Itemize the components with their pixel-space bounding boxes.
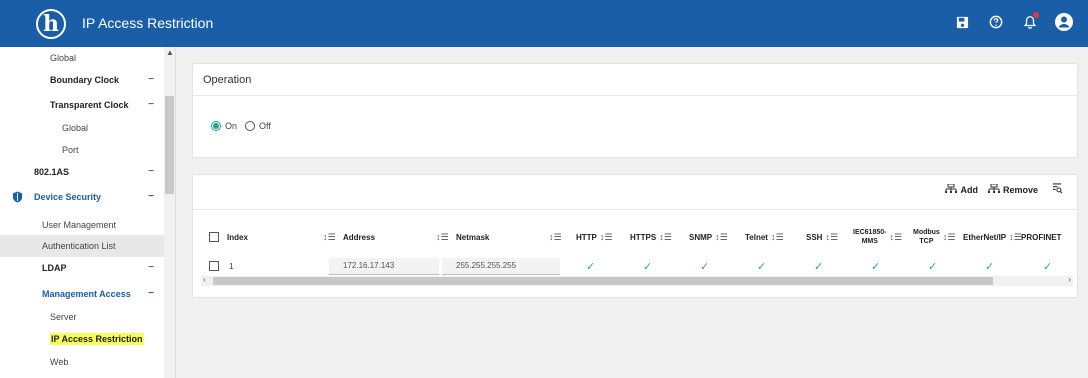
- column-settings-button[interactable]: [1052, 183, 1063, 197]
- collapse-icon[interactable]: −: [148, 191, 154, 202]
- collapse-icon[interactable]: −: [148, 166, 154, 177]
- remove-network-icon: [987, 183, 1000, 197]
- sort-icon[interactable]: ↕☰: [943, 232, 956, 243]
- column-header-https[interactable]: HTTPS ↕☰: [630, 222, 672, 252]
- column-header-modbus-tcp[interactable]: Modbus TCP ↕☰: [913, 222, 955, 252]
- ssh-checkmark[interactable]: ✓: [814, 260, 823, 273]
- row-checkbox[interactable]: [209, 261, 219, 271]
- app-header: h IP Access Restriction: [0, 0, 1088, 47]
- account-icon[interactable]: [1054, 12, 1074, 32]
- sidebar-scroll-thumb[interactable]: [165, 96, 174, 194]
- column-header-netmask[interactable]: Netmask: [456, 222, 489, 252]
- profinet-checkmark[interactable]: ✓: [1043, 260, 1052, 273]
- sidebar-item-port[interactable]: Port: [0, 139, 164, 161]
- sort-icon[interactable]: ↕☰: [549, 232, 562, 243]
- notification-icon[interactable]: [1020, 12, 1040, 32]
- sort-icon[interactable]: ↕☰: [825, 232, 838, 243]
- column-header-ssh[interactable]: SSH ↕☰: [806, 222, 838, 252]
- sidebar-item-transparent-global[interactable]: Global: [0, 117, 164, 139]
- sidebar-nav: Global Boundary Clock − Transparent Clock…: [0, 47, 176, 378]
- collapse-icon[interactable]: −: [148, 99, 154, 110]
- address-field[interactable]: 172.16.17.143: [329, 257, 439, 275]
- sort-icon[interactable]: ↕☰: [600, 232, 613, 243]
- column-header-http[interactable]: HTTP ↕☰: [576, 222, 612, 252]
- column-header-address[interactable]: Address: [343, 222, 375, 252]
- scroll-right-icon[interactable]: ›: [1068, 275, 1071, 284]
- add-network-icon: [945, 183, 958, 197]
- select-all-checkbox[interactable]: [209, 232, 219, 242]
- sidebar-item-ptp-global[interactable]: Global: [0, 47, 164, 69]
- sort-icon[interactable]: ↕☰: [715, 232, 728, 243]
- save-icon[interactable]: [952, 12, 972, 32]
- sidebar-scrollbar[interactable]: ▲: [164, 47, 175, 378]
- radio-on-label: On: [225, 121, 238, 131]
- column-header-telnet[interactable]: Telnet ↕☰: [745, 222, 784, 252]
- sort-icon[interactable]: ↕☰: [1009, 232, 1022, 243]
- column-header-index[interactable]: Index: [227, 222, 248, 252]
- sort-icon[interactable]: ↕☰: [323, 232, 336, 243]
- table-search-icon: [1052, 183, 1063, 197]
- app-logo[interactable]: h: [36, 9, 66, 39]
- radio-off[interactable]: [245, 121, 256, 131]
- add-button[interactable]: Add: [945, 183, 978, 197]
- sidebar-item-ldap[interactable]: LDAP −: [0, 257, 164, 279]
- help-icon[interactable]: [986, 12, 1006, 32]
- radio-on[interactable]: [211, 121, 221, 131]
- page-title: IP Access Restriction: [82, 15, 214, 31]
- divider: [193, 95, 1077, 96]
- netmask-field[interactable]: 255.255.255.255: [442, 257, 560, 275]
- sidebar-item-802-1as[interactable]: 802.1AS −: [0, 161, 164, 183]
- notification-badge: [1033, 12, 1039, 18]
- column-header-ethernet-ip[interactable]: EtherNet/IP ↕☰: [963, 222, 1022, 252]
- collapse-icon[interactable]: −: [148, 74, 154, 85]
- table-header: Index ↕☰ Address ↕☰ Netmask ↕☰ HTTP ↕☰ HT…: [193, 222, 1079, 252]
- collapse-icon[interactable]: −: [148, 288, 154, 299]
- row-index: 1: [229, 261, 234, 271]
- collapse-icon[interactable]: −: [148, 262, 154, 273]
- sidebar-item-web[interactable]: Web: [0, 351, 164, 373]
- divider: [193, 209, 1077, 210]
- http-checkmark[interactable]: ✓: [586, 260, 595, 273]
- table-horizontal-scrollbar[interactable]: ‹ ›: [201, 275, 1073, 286]
- snmp-checkmark[interactable]: ✓: [700, 260, 709, 273]
- shield-icon: [12, 191, 23, 205]
- sidebar-item-boundary-clock[interactable]: Boundary Clock −: [0, 69, 164, 91]
- modbus-checkmark[interactable]: ✓: [928, 260, 937, 273]
- column-header-iec61850-mms[interactable]: IEC61850- MMS ↕☰: [853, 222, 902, 252]
- sidebar-item-device-security[interactable]: Device Security −: [0, 186, 164, 208]
- sidebar-item-management-access[interactable]: Management Access −: [0, 283, 164, 305]
- column-header-snmp[interactable]: SNMP ↕☰: [689, 222, 728, 252]
- sort-icon[interactable]: ↕☰: [436, 232, 449, 243]
- table-row[interactable]: 1 172.16.17.143 255.255.255.255 ✓ ✓ ✓ ✓ …: [193, 256, 1079, 276]
- radio-off-label: Off: [259, 121, 271, 131]
- sidebar-item-ip-access-restriction[interactable]: IP Access Restriction: [0, 328, 164, 350]
- sidebar-item-authentication-list[interactable]: Authentication List: [0, 235, 164, 257]
- sidebar-item-server[interactable]: Server: [0, 306, 164, 328]
- operation-title: Operation: [203, 74, 252, 86]
- ip-restriction-table-card: Add Remove Index ↕☰ Address ↕☰ Netmask ↕…: [192, 174, 1078, 298]
- iec61850-checkmark[interactable]: ✓: [871, 260, 880, 273]
- sort-icon[interactable]: ↕☰: [659, 232, 672, 243]
- telnet-checkmark[interactable]: ✓: [757, 260, 766, 273]
- sidebar-item-user-management[interactable]: User Management: [0, 214, 164, 236]
- scroll-left-icon[interactable]: ‹: [203, 275, 206, 284]
- column-header-profinet[interactable]: PROFINET: [1021, 222, 1061, 252]
- sort-icon[interactable]: ↕☰: [889, 232, 902, 243]
- remove-button[interactable]: Remove: [987, 183, 1038, 197]
- ethernet-ip-checkmark[interactable]: ✓: [985, 260, 994, 273]
- https-checkmark[interactable]: ✓: [643, 260, 652, 273]
- sidebar-item-transparent-clock[interactable]: Transparent Clock −: [0, 94, 164, 116]
- operation-card: Operation On Off: [192, 63, 1078, 158]
- scroll-up-icon[interactable]: ▲: [166, 48, 174, 57]
- sort-icon[interactable]: ↕☰: [771, 232, 784, 243]
- table-scroll-thumb[interactable]: [213, 277, 993, 285]
